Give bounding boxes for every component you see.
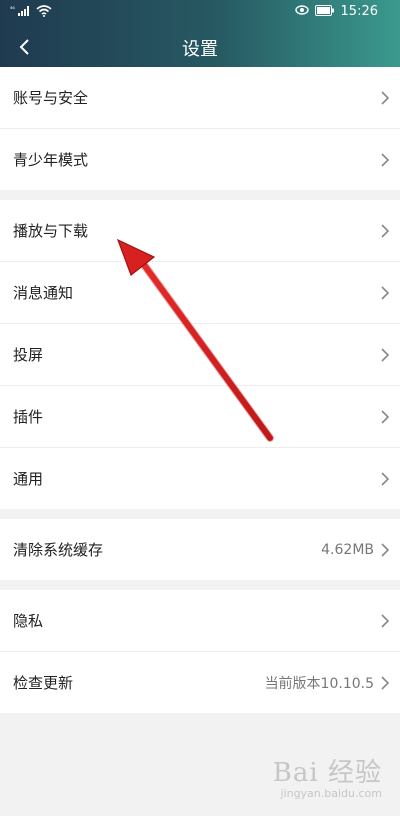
chevron-right-icon: [381, 471, 390, 486]
baidu-watermark: Bai 经验 jingyan.baidu.com: [273, 752, 382, 800]
cache-size-value: 4.62MB: [321, 541, 374, 558]
chevron-right-icon: [381, 223, 390, 238]
status-right: 15:26: [294, 4, 378, 19]
battery-icon: [314, 4, 335, 19]
watermark-logo: Bai 经验: [272, 758, 382, 788]
settings-item-plugins[interactable]: 插件: [0, 386, 400, 448]
settings-item-privacy[interactable]: 隐私: [0, 590, 400, 652]
chevron-right-icon: [381, 90, 390, 105]
settings-list: 账号与安全 青少年模式 播放与下载 消息通知 投屏 插件 通用 清除系统缓存 4…: [0, 67, 400, 713]
app-header: ⁴⁶ 15:26 设置: [0, 0, 400, 67]
settings-item-label: 青少年模式: [13, 151, 89, 169]
settings-group-cache: 清除系统缓存 4.62MB: [0, 519, 400, 580]
settings-item-play-download[interactable]: 播放与下载: [0, 200, 400, 262]
settings-group-account: 账号与安全 青少年模式: [0, 67, 400, 190]
settings-item-check-update[interactable]: 检查更新 当前版本10.10.5: [0, 652, 400, 713]
settings-item-label: 消息通知: [13, 284, 74, 302]
settings-item-general[interactable]: 通用: [0, 448, 400, 509]
settings-item-label: 检查更新: [13, 674, 74, 692]
settings-item-clear-cache[interactable]: 清除系统缓存 4.62MB: [0, 519, 400, 580]
settings-group-privacy: 隐私 检查更新 当前版本10.10.5: [0, 590, 400, 713]
chevron-right-icon: [381, 675, 390, 690]
eye-icon: [294, 4, 309, 19]
settings-item-label: 投屏: [13, 346, 44, 364]
status-bar: ⁴⁶ 15:26: [0, 0, 400, 24]
chevron-right-icon: [381, 152, 390, 167]
settings-group-features: 播放与下载 消息通知 投屏 插件 通用: [0, 200, 400, 509]
page-title: 设置: [182, 39, 218, 60]
signal-icon: ⁴⁶: [10, 5, 30, 20]
settings-item-notifications[interactable]: 消息通知: [0, 262, 400, 324]
title-bar: 设置: [0, 27, 400, 67]
settings-item-label: 隐私: [13, 612, 44, 630]
wifi-icon: [36, 5, 52, 20]
chevron-right-icon: [381, 409, 390, 424]
version-value: 当前版本10.10.5: [264, 675, 374, 692]
settings-item-teen-mode[interactable]: 青少年模式: [0, 129, 400, 190]
svg-text:⁴⁶: ⁴⁶: [10, 6, 15, 13]
chevron-right-icon: [381, 285, 390, 300]
status-time: 15:26: [340, 4, 378, 19]
chevron-right-icon: [381, 542, 390, 557]
settings-item-label: 账号与安全: [13, 89, 89, 107]
status-left: ⁴⁶: [10, 5, 52, 20]
settings-item-label: 插件: [13, 408, 44, 426]
chevron-right-icon: [381, 613, 390, 628]
watermark-url: jingyan.baidu.com: [280, 787, 382, 800]
chevron-right-icon: [381, 347, 390, 362]
settings-item-cast[interactable]: 投屏: [0, 324, 400, 386]
settings-item-label: 通用: [13, 470, 44, 488]
settings-item-account-security[interactable]: 账号与安全: [0, 67, 400, 129]
settings-item-label: 清除系统缓存: [13, 541, 104, 559]
settings-item-label: 播放与下载: [13, 222, 89, 240]
